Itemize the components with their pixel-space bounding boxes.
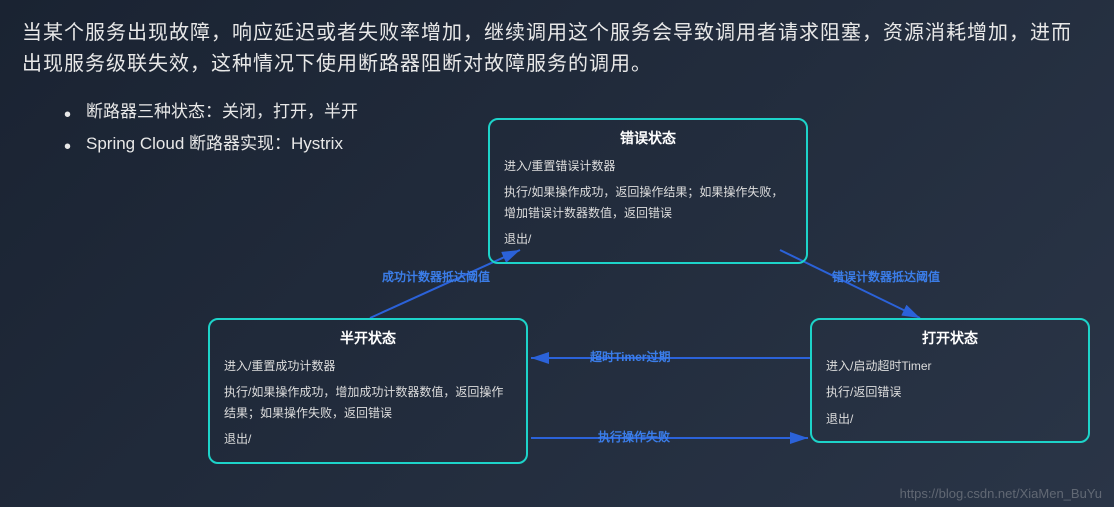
state-enter: 进入/启动超时Timer xyxy=(826,356,1074,376)
state-exit: 退出/ xyxy=(224,429,512,449)
state-enter: 进入/重置错误计数器 xyxy=(504,156,792,176)
state-title: 打开状态 xyxy=(826,328,1074,348)
edge-success-threshold: 成功计数器抵达阈值 xyxy=(382,268,490,285)
state-exec: 执行/返回错误 xyxy=(826,382,1074,402)
state-exit: 退出/ xyxy=(504,229,792,249)
intro-text: 当某个服务出现故障，响应延迟或者失败率增加，继续调用这个服务会导致调用者请求阻塞… xyxy=(22,18,1092,80)
state-half-open: 半开状态 进入/重置成功计数器 执行/如果操作成功，增加成功计数器数值，返回操作… xyxy=(208,318,528,464)
edge-error-threshold: 错误计数器抵达阈值 xyxy=(832,268,940,285)
edge-timeout: 超时Timer过期 xyxy=(590,348,670,365)
watermark: https://blog.csdn.net/XiaMen_BuYu xyxy=(900,486,1102,501)
state-error: 错误状态 进入/重置错误计数器 执行/如果操作成功，返回操作结果；如果操作失败，… xyxy=(488,118,808,264)
state-exec: 执行/如果操作成功，增加成功计数器数值，返回操作结果；如果操作失败，返回错误 xyxy=(224,382,512,423)
state-open: 打开状态 进入/启动超时Timer 执行/返回错误 退出/ xyxy=(810,318,1090,443)
state-title: 错误状态 xyxy=(504,128,792,148)
state-title: 半开状态 xyxy=(224,328,512,348)
state-exec: 执行/如果操作成功，返回操作结果；如果操作失败，增加错误计数器数值，返回错误 xyxy=(504,182,792,223)
state-diagram: 错误状态 进入/重置错误计数器 执行/如果操作成功，返回操作结果；如果操作失败，… xyxy=(0,110,1114,507)
state-exit: 退出/ xyxy=(826,409,1074,429)
state-enter: 进入/重置成功计数器 xyxy=(224,356,512,376)
edge-exec-fail: 执行操作失败 xyxy=(598,428,670,445)
